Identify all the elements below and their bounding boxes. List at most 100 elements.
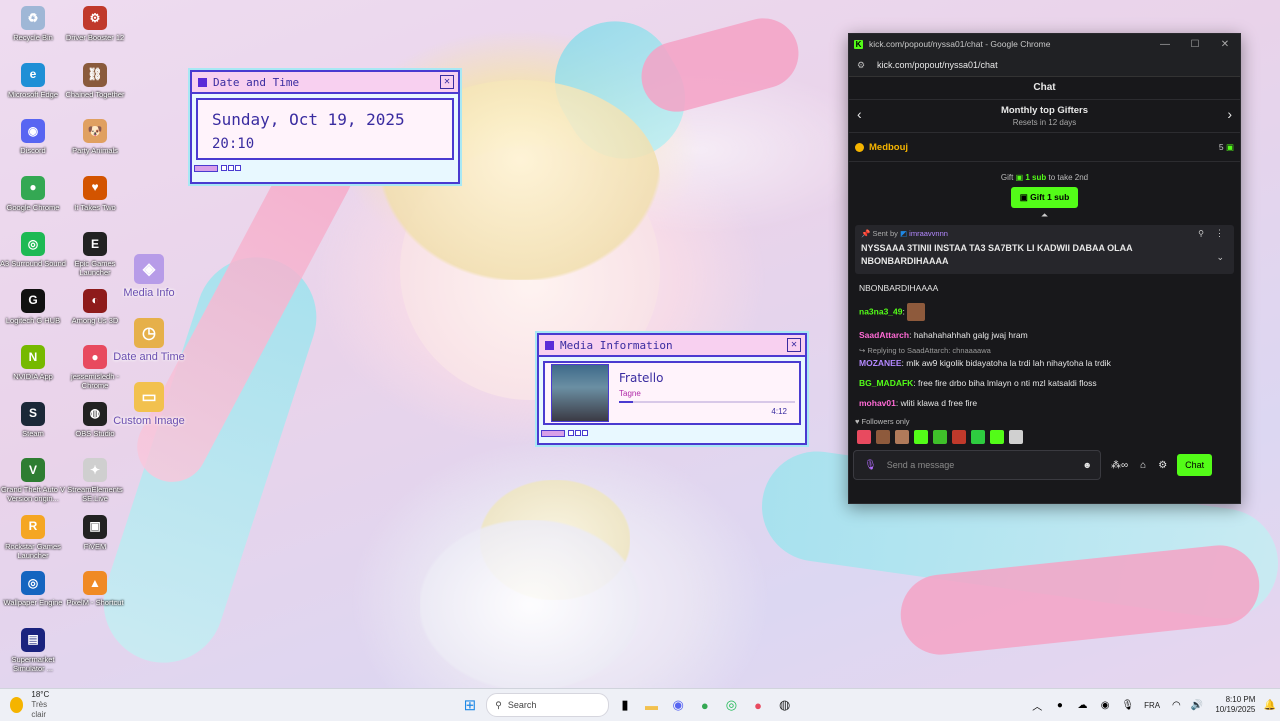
desktop-icon[interactable]: G Logitech G HUB	[0, 288, 66, 325]
desktop-icon[interactable]: S Steam	[0, 401, 66, 438]
desktop-icon[interactable]: V Grand Theft Auto V Version origin...	[0, 458, 66, 503]
emote-icon[interactable]	[1009, 430, 1023, 444]
close-icon[interactable]: ✕	[440, 75, 454, 89]
tray-record-icon[interactable]: ◉	[1095, 693, 1116, 717]
emote-icon[interactable]	[857, 430, 871, 444]
emote-icon[interactable]	[933, 430, 947, 444]
date-text: Sunday, Oct 19, 2025	[212, 110, 405, 129]
chat-username[interactable]: BG_MADAFK	[859, 378, 913, 388]
url-text[interactable]: kick.com/popout/nyssa01/chat	[877, 60, 998, 70]
desktop-icon[interactable]: ▣ FiVEM	[62, 514, 128, 551]
time-text: 20:10	[212, 136, 255, 152]
widget-shortcut-icon[interactable]: ◈ Media Info	[104, 254, 194, 300]
chrome-chat-window[interactable]: K kick.com/popout/nyssa01/chat - Google …	[848, 33, 1241, 504]
unpin-icon[interactable]: ⚲	[1198, 229, 1204, 238]
pinned-sender[interactable]: imraavvnnn	[909, 229, 948, 238]
microphone-icon[interactable]: 🎙	[864, 460, 877, 471]
volume-icon[interactable]: 🔊	[1187, 693, 1208, 717]
chrome-titlebar[interactable]: K kick.com/popout/nyssa01/chat - Google …	[849, 34, 1240, 54]
emoji-icon[interactable]: ☻	[1083, 460, 1092, 470]
chat-message[interactable]: mohav01: wliti klawa d free fire	[849, 398, 1240, 409]
desktop-icon[interactable]: ⚙ Driver Booster 12	[62, 6, 128, 42]
task-view-icon[interactable]: ▮	[615, 693, 636, 717]
emote-icon[interactable]	[971, 430, 985, 444]
emote-icon[interactable]	[990, 430, 1004, 444]
chat-message[interactable]: BG_MADAFK: free fire drbo biha lmlayn o …	[849, 378, 1240, 389]
widget-shortcut-icon[interactable]: ▭ Custom Image	[104, 382, 194, 428]
next-arrow-icon[interactable]: ›	[1227, 106, 1232, 122]
desktop-icon[interactable]: ● Google Chrome	[0, 175, 66, 212]
desktop-icon[interactable]: ◉ Discord	[0, 119, 66, 155]
desktop-icon[interactable]: ⛓ Chained Together	[62, 62, 128, 99]
chrome-taskbar-icon[interactable]: ●	[694, 693, 715, 717]
points-icon[interactable]: ⁂∞	[1111, 460, 1128, 471]
emote-bar[interactable]	[849, 426, 1240, 448]
desktop-icon[interactable]: 🐶 Party Animals	[62, 119, 128, 155]
chrome-profile-taskbar-icon[interactable]: ●	[748, 693, 769, 717]
tray-chevron-icon[interactable]: ︿	[1027, 693, 1048, 717]
minimize-icon[interactable]: —	[1150, 39, 1180, 50]
maximize-icon[interactable]: ☐	[1180, 39, 1210, 50]
prev-arrow-icon[interactable]: ‹	[857, 106, 862, 122]
address-bar[interactable]: ⚙ kick.com/popout/nyssa01/chat	[849, 54, 1240, 77]
chat-username[interactable]: SaadAttarch	[859, 330, 909, 340]
tray-app-icon[interactable]: ●	[1050, 693, 1071, 717]
desktop-icon[interactable]: ✦ StreamElements SE.Live	[62, 458, 128, 503]
chat-message[interactable]: MOZANEE: mlk aw9 kigolik bidayatoha la t…	[849, 358, 1240, 369]
desktop-icon[interactable]: ◎ Wallpaper Engine	[0, 571, 66, 607]
chat-username[interactable]: na3na3_49	[859, 306, 902, 316]
date-widget-titlebar[interactable]: Date and Time ✕	[192, 72, 458, 94]
app-icon: ▣	[83, 514, 107, 539]
desktop-icon[interactable]: N NVIDIA App	[0, 345, 66, 381]
gifter-count: 5	[1218, 141, 1224, 152]
gift-sub-button[interactable]: ▣ Gift 1 sub	[1010, 187, 1079, 208]
desktop-icon[interactable]: ▤ Supermarket Simulator ...	[0, 627, 66, 673]
clock[interactable]: 8:10 PM 10/19/2025	[1215, 695, 1255, 715]
chat-message[interactable]: na3na3_49:	[849, 303, 1240, 321]
desktop-icon[interactable]: ♻ Recycle Bin	[0, 6, 66, 42]
message-input[interactable]: 🎙 Send a message ☻	[853, 450, 1101, 480]
windows-start-icon[interactable]: ⊞	[460, 693, 481, 717]
onedrive-icon[interactable]: ☁	[1072, 693, 1093, 717]
weather-widget[interactable]: 18°C Très clair	[10, 690, 59, 720]
microphone-tray-icon[interactable]: 🎙	[1117, 693, 1138, 717]
date-time-widget[interactable]: Date and Time ✕ Sunday, Oct 19, 2025 20:…	[190, 70, 460, 184]
more-options-icon[interactable]: ⋮	[1215, 228, 1224, 239]
emote-icon[interactable]	[876, 430, 890, 444]
file-explorer-icon[interactable]: ▬	[641, 693, 662, 717]
pinned-message[interactable]: 📌 Sent by ◩ imraavvnnn ⚲ ⋮ NYSSAAA 3TINI…	[855, 225, 1234, 274]
chat-username[interactable]: MOZANEE	[859, 358, 902, 368]
media-widget-body: Fratello Tagne 4:12	[543, 361, 801, 425]
desktop-icon[interactable]: ▲ PixelM - Shortcut	[62, 571, 128, 607]
top-gifter-row[interactable]: Medbouj 5 ▣	[849, 133, 1240, 162]
emote-icon[interactable]	[952, 430, 966, 444]
site-settings-icon[interactable]: ⚙	[855, 59, 867, 71]
spotify-taskbar-icon[interactable]: ◎	[721, 693, 742, 717]
desktop-icon[interactable]: e Microsoft Edge	[0, 62, 66, 99]
emote-icon[interactable]	[895, 430, 909, 444]
discord-taskbar-icon[interactable]: ◉	[668, 693, 689, 717]
store-icon[interactable]: ⌂	[1140, 460, 1146, 471]
widget-shortcut-icon[interactable]: ◷ Date and Time	[104, 318, 194, 364]
media-info-widget[interactable]: Media Information ✕ Fratello Tagne 4:12	[537, 333, 807, 445]
obs-taskbar-icon[interactable]: ◍	[774, 693, 795, 717]
desktop-icon[interactable]: R Rockstar Games Launcher	[0, 514, 66, 560]
chat-message[interactable]: NBONBARDIHAAAA	[849, 283, 1240, 294]
notification-bell-icon[interactable]: 🔔	[1259, 693, 1280, 717]
close-icon[interactable]: ✕	[787, 338, 801, 352]
chat-send-button[interactable]: Chat	[1177, 454, 1213, 476]
settings-icon[interactable]: ⚙	[1158, 460, 1167, 471]
desktop-icon[interactable]: ♥ It Takes Two	[62, 175, 128, 212]
collapse-icon[interactable]: ⏶	[849, 210, 1240, 221]
media-widget-titlebar[interactable]: Media Information ✕	[539, 335, 805, 357]
expand-chevron-icon[interactable]: ⌄	[1216, 252, 1224, 263]
wifi-icon[interactable]: ◠	[1166, 693, 1187, 717]
search-box[interactable]: ⚲ Search	[486, 693, 609, 717]
chat-username[interactable]: mohav01	[859, 398, 896, 408]
emote-icon[interactable]	[914, 430, 928, 444]
desktop-icon[interactable]: ◎ A3 Surround Sound	[0, 232, 66, 268]
progress-track[interactable]	[619, 401, 795, 403]
language-indicator[interactable]: FRA	[1144, 701, 1160, 710]
chat-message[interactable]: SaadAttarch: hahahahahhah galg jwaj hram	[849, 330, 1240, 341]
close-icon[interactable]: ✕	[1210, 39, 1240, 50]
